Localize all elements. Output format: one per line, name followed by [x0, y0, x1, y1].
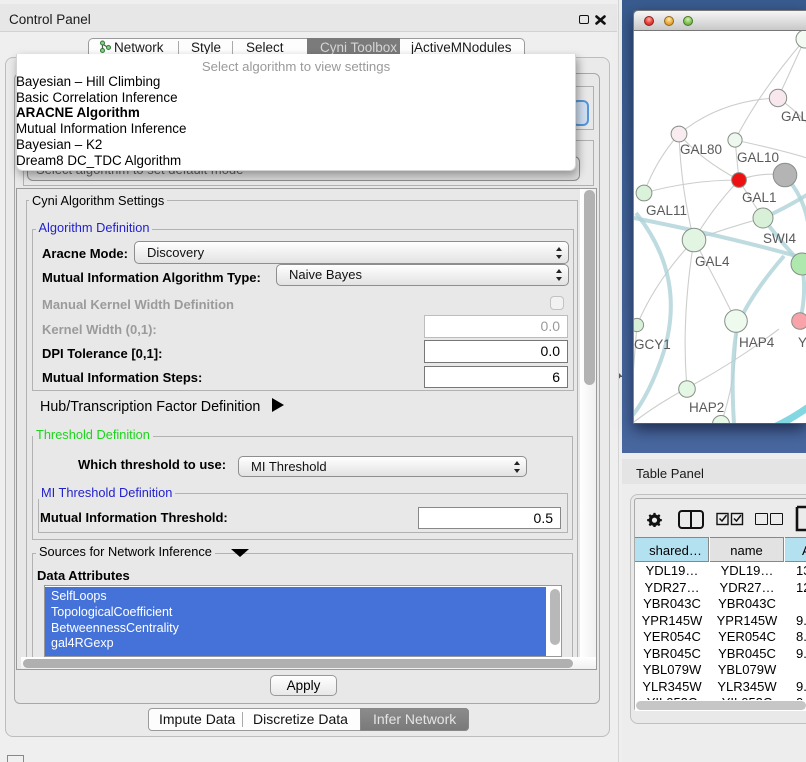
svg-text:GAL11: GAL11 [646, 203, 687, 218]
svg-text:GAL4: GAL4 [695, 254, 730, 269]
svg-text:GAL80: GAL80 [680, 142, 722, 157]
svg-text:SWI4: SWI4 [763, 231, 796, 246]
svg-text:HAP2: HAP2 [689, 400, 724, 415]
svg-text:YM: YM [798, 335, 806, 350]
svg-text:GAL1: GAL1 [742, 190, 777, 205]
svg-text:HAP4: HAP4 [739, 335, 775, 350]
svg-text:GAL10: GAL10 [737, 150, 779, 165]
svg-text:GCY1: GCY1 [634, 337, 671, 352]
svg-text:GAL7: GAL7 [781, 109, 806, 124]
